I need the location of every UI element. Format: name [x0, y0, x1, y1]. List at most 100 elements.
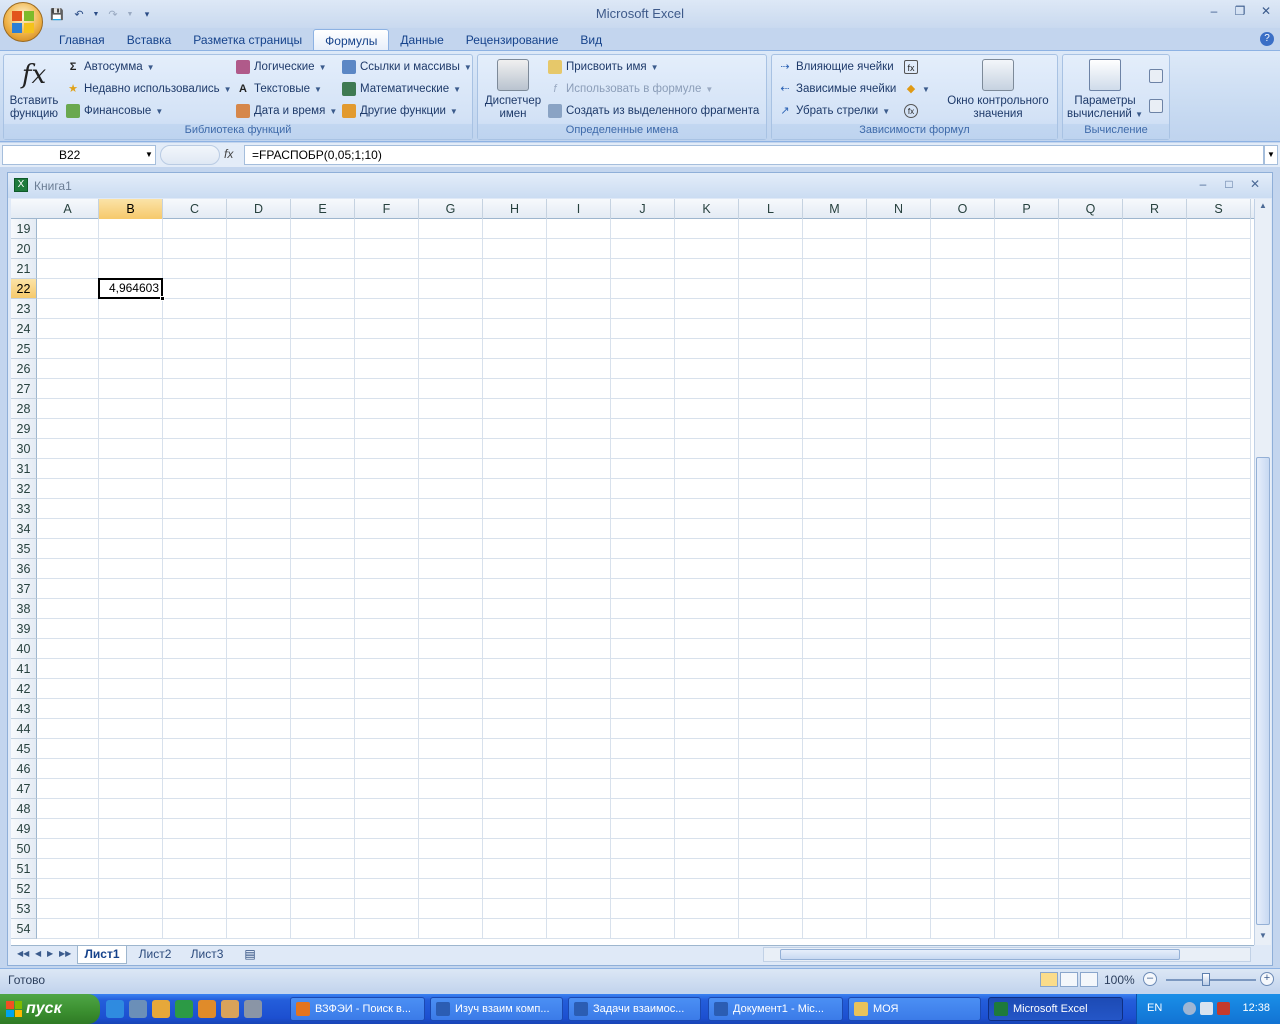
row-header-50[interactable]: 50: [11, 839, 37, 859]
scroll-down-arrow-icon[interactable]: ▼: [1256, 929, 1270, 943]
workbook-minimize-icon[interactable]: –: [1196, 177, 1210, 191]
sheet-tab-1[interactable]: Лист1: [77, 946, 127, 964]
antivirus-icon[interactable]: [1217, 1002, 1230, 1015]
insert-sheet-icon[interactable]: ▤: [239, 946, 261, 964]
expand-formula-bar-icon[interactable]: ▼: [1264, 145, 1278, 165]
task-word-2[interactable]: Задачи взаимос...: [568, 997, 701, 1021]
column-header-k[interactable]: K: [675, 199, 739, 219]
row-header-52[interactable]: 52: [11, 879, 37, 899]
column-header-f[interactable]: F: [355, 199, 419, 219]
trace-precedents-button[interactable]: ⇢ Влияющие ячейки: [778, 58, 893, 76]
row-header-49[interactable]: 49: [11, 819, 37, 839]
row-header-29[interactable]: 29: [11, 419, 37, 439]
row-header-23[interactable]: 23: [11, 299, 37, 319]
normal-view-icon[interactable]: [1040, 972, 1058, 987]
workbook-close-icon[interactable]: ✕: [1248, 177, 1262, 191]
app-icon[interactable]: [175, 1000, 193, 1018]
insert-function-button[interactable]: fx Вставить функцию: [6, 59, 62, 121]
row-header-40[interactable]: 40: [11, 639, 37, 659]
page-break-view-icon[interactable]: [1080, 972, 1098, 987]
row-header-19[interactable]: 19: [11, 219, 37, 239]
name-box-dropdown-icon[interactable]: ▼: [145, 150, 153, 159]
row-header-22[interactable]: 22: [11, 279, 37, 299]
minimize-icon[interactable]: –: [1206, 4, 1222, 20]
insert-function-fx-icon[interactable]: fx: [224, 147, 233, 161]
zoom-slider-track[interactable]: [1166, 979, 1256, 981]
column-header-m[interactable]: M: [803, 199, 867, 219]
column-header-l[interactable]: L: [739, 199, 803, 219]
name-manager-button[interactable]: Диспетчер имен: [480, 59, 546, 121]
recent-functions-button[interactable]: ★ Недавно использовались ▼: [66, 80, 232, 98]
network-icon[interactable]: [1200, 1002, 1213, 1015]
office-button[interactable]: [3, 2, 43, 42]
column-header-c[interactable]: C: [163, 199, 227, 219]
formula-input[interactable]: =FРАСПОБР(0,05;1;10): [244, 145, 1264, 165]
row-header-36[interactable]: 36: [11, 559, 37, 579]
fill-handle[interactable]: [160, 296, 165, 301]
tab-page-layout[interactable]: Разметка страницы: [182, 29, 313, 51]
row-header-51[interactable]: 51: [11, 859, 37, 879]
excel-workbook-icon[interactable]: X: [14, 178, 28, 192]
row-header-43[interactable]: 43: [11, 699, 37, 719]
autosum-button[interactable]: Σ Автосумма ▼: [66, 58, 155, 76]
create-from-selection-button[interactable]: Создать из выделенного фрагмента: [548, 102, 759, 120]
watch-window-button[interactable]: Окно контрольного значения: [940, 59, 1056, 121]
zoom-in-icon[interactable]: +: [1260, 972, 1274, 986]
vertical-scrollbar[interactable]: ▲ ▼: [1254, 199, 1271, 945]
tray-arrow-icon[interactable]: [1183, 1002, 1196, 1015]
language-indicator[interactable]: EN: [1147, 1002, 1162, 1014]
zoom-out-icon[interactable]: –: [1143, 972, 1157, 986]
evaluate-formula-button[interactable]: fx: [904, 102, 918, 120]
help-icon[interactable]: ?: [1260, 32, 1274, 46]
formula-bar-splitter[interactable]: [160, 145, 220, 165]
row-header-46[interactable]: 46: [11, 759, 37, 779]
scroll-up-arrow-icon[interactable]: ▲: [1256, 199, 1270, 213]
row-header-27[interactable]: 27: [11, 379, 37, 399]
row-header-38[interactable]: 38: [11, 599, 37, 619]
row-header-21[interactable]: 21: [11, 259, 37, 279]
row-header-20[interactable]: 20: [11, 239, 37, 259]
row-header-39[interactable]: 39: [11, 619, 37, 639]
zoom-level[interactable]: 100%: [1104, 973, 1135, 987]
zoom-slider-knob[interactable]: [1202, 973, 1210, 986]
row-header-48[interactable]: 48: [11, 799, 37, 819]
worksheet-grid[interactable]: ABCDEFGHIJKLMNOPQRS 19 20 21 22 23 24 25 26 27 28…: [11, 199, 1254, 945]
vertical-scroll-thumb[interactable]: [1256, 457, 1270, 925]
tab-data[interactable]: Данные: [389, 29, 454, 51]
row-header-30[interactable]: 30: [11, 439, 37, 459]
horizontal-scroll-thumb[interactable]: [780, 949, 1180, 960]
row-header-45[interactable]: 45: [11, 739, 37, 759]
row-header-47[interactable]: 47: [11, 779, 37, 799]
butterfly-icon[interactable]: [198, 1000, 216, 1018]
column-header-q[interactable]: Q: [1059, 199, 1123, 219]
column-header-s[interactable]: S: [1187, 199, 1251, 219]
row-header-25[interactable]: 25: [11, 339, 37, 359]
financial-functions-button[interactable]: Финансовые ▼: [66, 102, 163, 120]
task-folder[interactable]: МОЯ: [848, 997, 981, 1021]
column-header-n[interactable]: N: [867, 199, 931, 219]
remove-arrows-button[interactable]: ↗ Убрать стрелки ▼: [778, 102, 890, 120]
show-formulas-button[interactable]: fx: [904, 58, 918, 76]
restore-icon[interactable]: ❐: [1232, 4, 1248, 20]
row-header-53[interactable]: 53: [11, 899, 37, 919]
row-header-34[interactable]: 34: [11, 519, 37, 539]
tab-review[interactable]: Рецензирование: [455, 29, 570, 51]
calculate-sheet-button[interactable]: [1149, 97, 1163, 115]
row-header-32[interactable]: 32: [11, 479, 37, 499]
trace-dependents-button[interactable]: ⇠ Зависимые ячейки: [778, 80, 896, 98]
close-icon[interactable]: ✕: [1258, 4, 1274, 20]
calculation-options-button[interactable]: Параметры вычислений ▼: [1065, 59, 1145, 121]
column-header-h[interactable]: H: [483, 199, 547, 219]
prev-sheet-icon[interactable]: ◀: [35, 949, 41, 958]
tab-home[interactable]: Главная: [48, 29, 116, 51]
column-header-g[interactable]: G: [419, 199, 483, 219]
logical-functions-button[interactable]: Логические ▼: [236, 58, 326, 76]
tab-view[interactable]: Вид: [569, 29, 613, 51]
column-header-e[interactable]: E: [291, 199, 355, 219]
lookup-functions-button[interactable]: Ссылки и массивы ▼: [342, 58, 472, 76]
column-header-a[interactable]: A: [37, 199, 99, 219]
row-header-37[interactable]: 37: [11, 579, 37, 599]
define-name-button[interactable]: Присвоить имя ▼: [548, 58, 659, 76]
tool-icon[interactable]: [152, 1000, 170, 1018]
last-sheet-icon[interactable]: ▶▶: [59, 949, 71, 958]
